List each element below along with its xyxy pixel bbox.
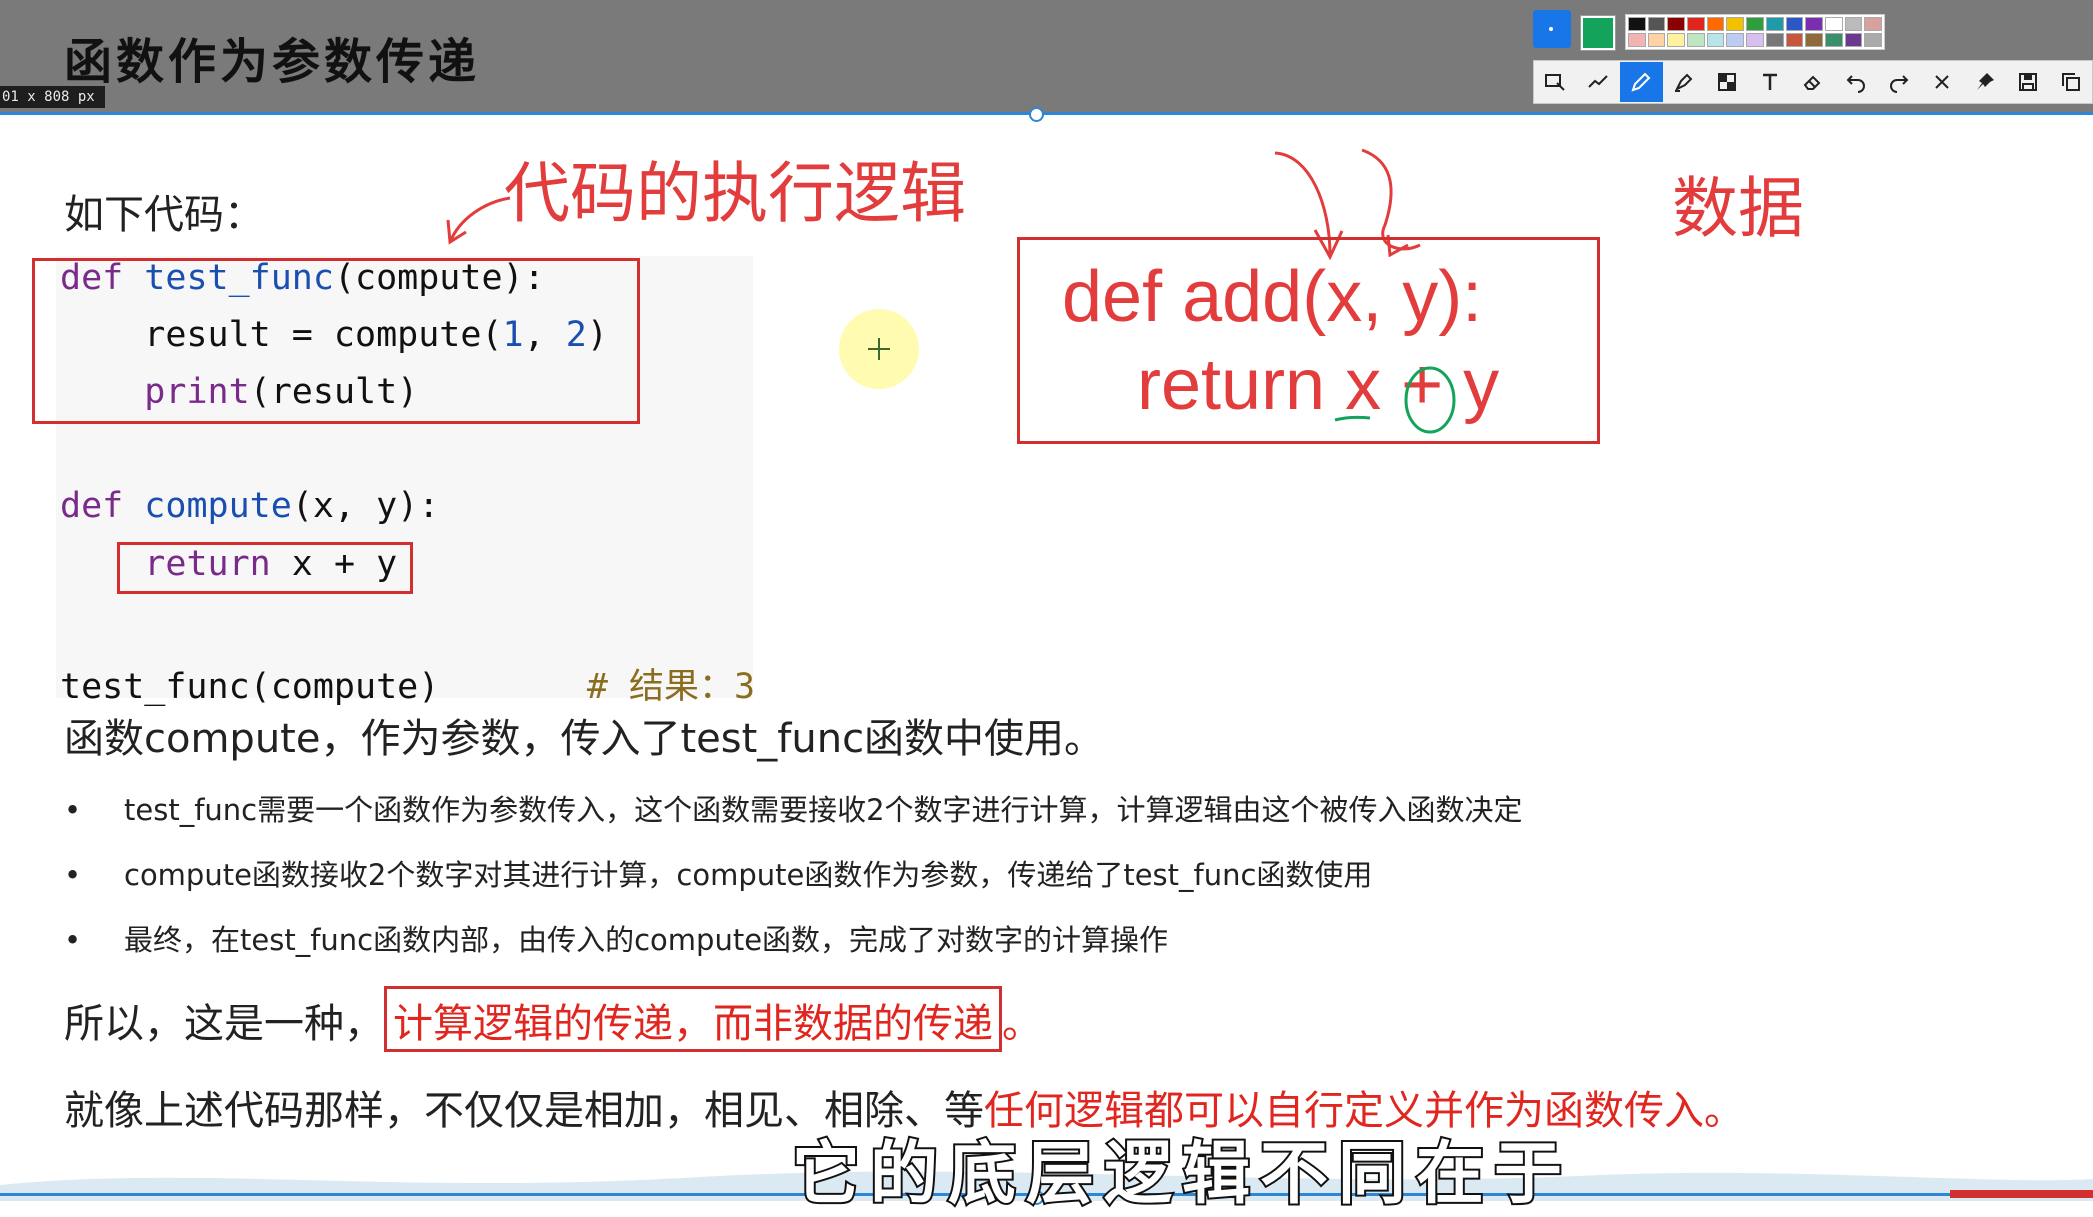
save-icon[interactable] — [2006, 62, 2049, 102]
color-swatch[interactable] — [1864, 33, 1882, 47]
color-swatch[interactable] — [1746, 33, 1764, 47]
color-palette — [1625, 14, 1885, 50]
color-swatch[interactable] — [1687, 33, 1705, 47]
conclusion-highlight: 计算逻辑的传递，而非数据的传递 — [384, 986, 1002, 1052]
color-swatch[interactable] — [1765, 33, 1784, 47]
color-swatch[interactable] — [1824, 17, 1843, 31]
color-swatch[interactable] — [1805, 33, 1823, 47]
color-swatch[interactable] — [1785, 33, 1804, 47]
code-keyword: def — [60, 486, 124, 526]
color-swatch[interactable] — [1844, 33, 1863, 47]
color-swatch[interactable] — [1647, 33, 1666, 47]
progress-indicator — [1950, 1190, 2093, 1198]
video-subtitle: 它的底层逻辑不同在于 — [790, 1133, 1573, 1216]
slide-title: 函数作为参数传递 — [64, 34, 481, 90]
tool-strip — [1533, 60, 2093, 104]
dimension-label: 01 x 808 px — [0, 86, 105, 108]
annotation-green-marks — [1334, 366, 1456, 434]
eraser-icon[interactable] — [1792, 62, 1835, 102]
undo-icon[interactable] — [1834, 62, 1877, 102]
text-icon[interactable] — [1749, 62, 1792, 102]
annotation-box-return — [117, 542, 413, 594]
color-swatch[interactable] — [1687, 17, 1705, 31]
color-swatch[interactable] — [1726, 33, 1745, 47]
annotation-data-label: 数据 — [1672, 170, 1804, 247]
line-icon[interactable] — [1577, 62, 1620, 102]
code-comment: # 结果：3 — [586, 667, 756, 707]
pin-icon[interactable] — [1963, 62, 2006, 102]
annotation-box-test-func — [32, 258, 640, 424]
color-swatch[interactable] — [1746, 17, 1764, 31]
code-text: test_func(compute) — [60, 667, 440, 707]
color-swatch[interactable] — [1628, 17, 1646, 31]
intro-text: 如下代码： — [64, 192, 264, 238]
selection-handle-top[interactable] — [1029, 107, 1044, 122]
code-line-4: def compute(x, y): — [60, 486, 439, 526]
color-swatch[interactable] — [1706, 17, 1725, 31]
bullet-item: • test_func需要一个函数作为参数传入，这个函数需要接收2个数字进行计算，… — [64, 793, 1523, 827]
redo-icon[interactable] — [1877, 62, 1920, 102]
color-swatch[interactable] — [1765, 17, 1784, 31]
copy-icon[interactable] — [2049, 62, 2092, 102]
color-swatch[interactable] — [1726, 17, 1745, 31]
color-swatch[interactable] — [1864, 17, 1882, 31]
color-swatch[interactable] — [1785, 17, 1804, 31]
bullet-text: 最终，在test_func函数内部，由传入的compute函数，完成了对数字的计… — [124, 923, 1169, 957]
explanation-text: 函数compute，作为参数，传入了test_func函数中使用。 — [64, 716, 1105, 762]
selection-border-top — [0, 112, 2093, 115]
annotation-toolbar — [1533, 8, 2093, 104]
cursor-highlight — [839, 309, 919, 389]
annotation-logic-label: 代码的执行逻辑 — [504, 155, 966, 232]
color-swatch[interactable] — [1667, 17, 1686, 31]
add-code-line-1: def add(x, y): — [1062, 257, 1483, 337]
select-icon[interactable] — [1534, 62, 1577, 102]
close-icon[interactable] — [1920, 62, 1963, 102]
conclusion-suffix: 。 — [1002, 1001, 1042, 1047]
color-swatch[interactable] — [1628, 33, 1646, 47]
color-swatch[interactable] — [1805, 17, 1823, 31]
color-swatch[interactable] — [1706, 33, 1725, 47]
color-swatch[interactable] — [1824, 33, 1843, 47]
bullet-item: • 最终，在test_func函数内部，由传入的compute函数，完成了对数字的… — [64, 923, 1169, 957]
color-swatch[interactable] — [1844, 17, 1863, 31]
code-function-name: compute — [144, 486, 292, 526]
current-color-swatch[interactable] — [1581, 16, 1615, 50]
code-text: (x, y): — [291, 486, 440, 526]
color-swatch[interactable] — [1667, 33, 1686, 47]
pen-icon[interactable] — [1619, 62, 1663, 102]
pen-size-button[interactable] — [1533, 10, 1571, 48]
conclusion-prefix: 所以，这是一种， — [64, 1001, 384, 1047]
bullet-text: test_func需要一个函数作为参数传入，这个函数需要接收2个数字进行计算，计… — [124, 793, 1523, 827]
annotation-arrow-logic — [446, 196, 511, 245]
highlighter-icon[interactable] — [1663, 62, 1706, 102]
color-swatch[interactable] — [1647, 17, 1666, 31]
bullet-text: compute函数接收2个数字对其进行计算，compute函数作为参数，传递给了… — [124, 858, 1373, 892]
mosaic-icon[interactable] — [1706, 62, 1749, 102]
conclusion-text: 所以，这是一种， 计算逻辑的传递，而非数据的传递。 — [64, 986, 1042, 1052]
bullet-item: • compute函数接收2个数字对其进行计算，compute函数作为参数，传递给… — [64, 858, 1373, 892]
code-line-6: test_func(compute) # 结果：3 — [60, 658, 755, 709]
